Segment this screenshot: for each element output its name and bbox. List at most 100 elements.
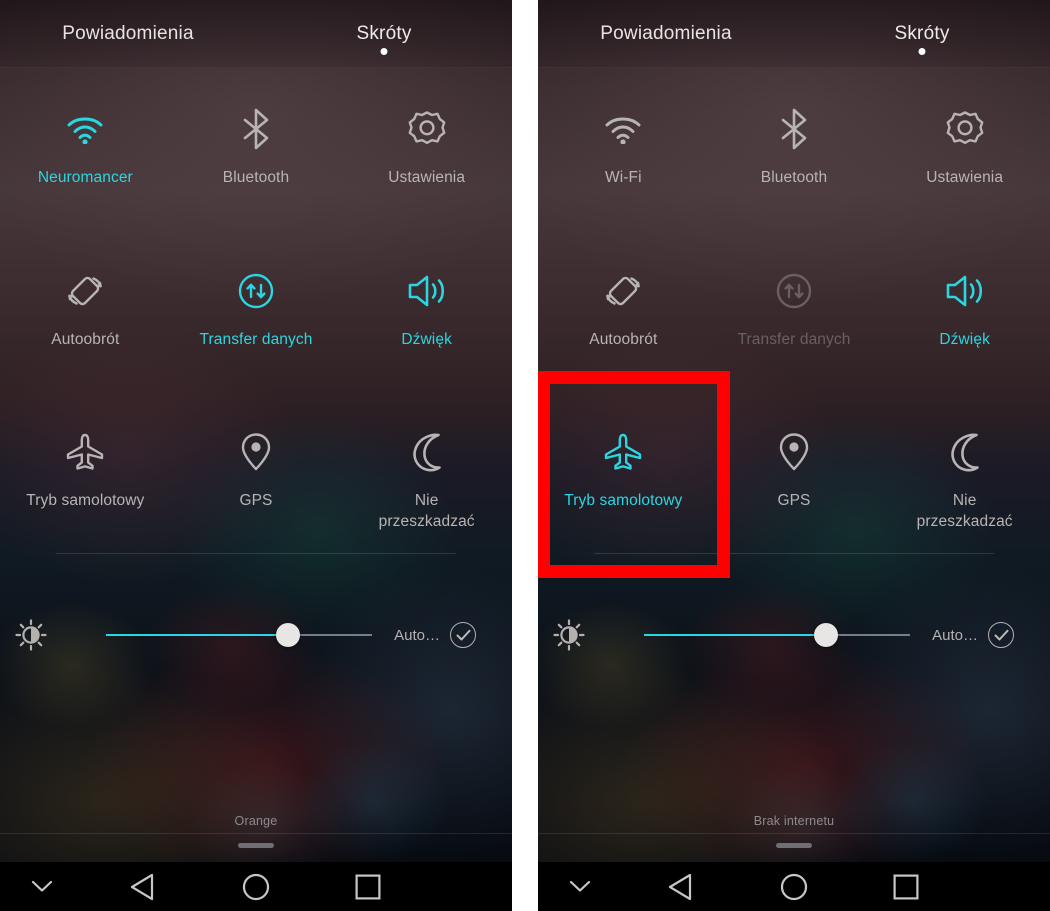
phone-panel-after: Powiadomienia Skróty Wi-Fi Bluetooth Ust… <box>538 0 1050 911</box>
do-not-disturb-moon-icon <box>407 427 447 477</box>
airplane-icon <box>64 427 106 477</box>
tile-wifi-label: Neuromancer <box>37 169 133 186</box>
back-triangle-icon[interactable] <box>84 873 200 901</box>
home-circle-icon[interactable] <box>738 873 850 901</box>
wifi-icon <box>603 104 643 154</box>
brightness-slider[interactable] <box>62 621 384 649</box>
tile-data-transfer-label: Transfer danych <box>199 330 313 348</box>
tile-settings-label: Ustawienia <box>388 169 466 186</box>
tile-gps-label: GPS <box>777 492 811 510</box>
tile-bluetooth[interactable]: Bluetooth <box>709 68 880 230</box>
brightness-row: Auto… <box>0 605 512 665</box>
tile-do-not-disturb-label: Nie przeszkadzać <box>916 492 1013 530</box>
tile-do-not-disturb-label: Nie przeszkadzać <box>378 492 475 530</box>
brightness-slider[interactable] <box>600 621 922 649</box>
panel-separator-gap <box>512 0 538 911</box>
settings-gear-icon <box>406 104 448 154</box>
shade-drag-handle[interactable] <box>238 843 274 848</box>
tile-airplane-mode[interactable]: Tryb samolotowy <box>0 391 171 553</box>
sound-icon <box>405 266 449 316</box>
tile-sound[interactable]: Dźwięk <box>341 230 512 392</box>
tile-settings[interactable]: Ustawienia <box>341 68 512 230</box>
gps-pin-icon <box>777 427 811 477</box>
tab-notifications-label: Powiadomienia <box>600 23 732 44</box>
shade-drag-handle[interactable] <box>776 843 812 848</box>
slider-fill <box>644 634 826 636</box>
tab-notifications[interactable]: Powiadomienia <box>538 24 794 43</box>
section-divider <box>56 553 456 554</box>
slider-fill <box>106 634 288 636</box>
tile-sound[interactable]: Dźwięk <box>879 230 1050 392</box>
recents-square-icon[interactable] <box>312 874 424 900</box>
screenshot-stage: Powiadomienia Skróty Neuromancer Bluetoo… <box>0 0 1050 911</box>
data-transfer-icon <box>773 266 815 316</box>
back-triangle-icon[interactable] <box>622 873 738 901</box>
tile-airplane-mode[interactable]: Tryb samolotowy <box>538 391 709 553</box>
tile-bluetooth[interactable]: Bluetooth <box>171 68 342 230</box>
wifi-icon <box>65 104 105 154</box>
tile-settings[interactable]: Ustawienia <box>879 68 1050 230</box>
tile-do-not-disturb[interactable]: Nie przeszkadzać <box>879 391 1050 553</box>
bluetooth-icon <box>241 104 271 154</box>
phone-panel-before: Powiadomienia Skróty Neuromancer Bluetoo… <box>0 0 512 911</box>
home-circle-icon[interactable] <box>200 873 312 901</box>
tile-sound-label: Dźwięk <box>939 330 990 348</box>
slider-knob[interactable] <box>276 623 300 647</box>
slider-knob[interactable] <box>814 623 838 647</box>
tile-gps[interactable]: GPS <box>171 391 342 553</box>
auto-rotate-icon <box>64 266 106 316</box>
shade-bottom-hairline <box>0 833 512 834</box>
tile-data-transfer[interactable]: Transfer danych <box>171 230 342 392</box>
tile-do-not-disturb[interactable]: Nie przeszkadzać <box>341 391 512 553</box>
tile-bluetooth-label: Bluetooth <box>222 169 290 186</box>
chevron-down-icon[interactable] <box>538 880 622 893</box>
do-not-disturb-moon-icon <box>945 427 985 477</box>
notification-shade-tabs: Powiadomienia Skróty <box>0 0 512 68</box>
notification-shade-tabs: Powiadomienia Skróty <box>538 0 1050 68</box>
tile-wifi-label: Wi-Fi <box>605 169 642 186</box>
tile-wifi[interactable]: Wi-Fi <box>538 68 709 230</box>
tile-data-transfer[interactable]: Transfer danych <box>709 230 880 392</box>
recents-square-icon[interactable] <box>850 874 962 900</box>
settings-gear-icon <box>944 104 986 154</box>
active-tab-indicator-dot <box>380 48 388 55</box>
auto-brightness-label: Auto… <box>932 626 978 644</box>
sound-icon <box>943 266 987 316</box>
auto-brightness-checkbox[interactable] <box>988 622 1014 648</box>
check-icon <box>456 629 470 640</box>
auto-rotate-icon <box>602 266 644 316</box>
tile-gps[interactable]: GPS <box>709 391 880 553</box>
shade-bottom-hairline <box>538 833 1050 834</box>
tile-auto-rotate-label: Autoobrót <box>589 330 658 348</box>
tab-notifications-label: Powiadomienia <box>62 23 194 44</box>
bluetooth-icon <box>779 104 809 154</box>
tile-data-transfer-label: Transfer danych <box>737 330 851 348</box>
tab-shortcuts-label: Skróty <box>894 23 950 44</box>
navigation-bar <box>538 862 1050 911</box>
tile-auto-rotate-label: Autoobrót <box>51 330 120 348</box>
active-tab-indicator-dot <box>918 48 926 55</box>
auto-brightness-label: Auto… <box>394 626 440 644</box>
tile-sound-label: Dźwięk <box>401 330 452 348</box>
tile-airplane-mode-label: Tryb samolotowy <box>26 492 145 510</box>
tile-auto-rotate[interactable]: Autoobrót <box>538 230 709 392</box>
brightness-row: Auto… <box>538 605 1050 665</box>
check-icon <box>994 629 1008 640</box>
tab-shortcuts[interactable]: Skróty <box>256 23 512 55</box>
auto-brightness-checkbox[interactable] <box>450 622 476 648</box>
tile-auto-rotate[interactable]: Autoobrót <box>0 230 171 392</box>
tile-gps-label: GPS <box>239 492 273 510</box>
airplane-icon <box>602 427 644 477</box>
chevron-down-icon[interactable] <box>0 880 84 893</box>
tab-shortcuts[interactable]: Skróty <box>794 23 1050 55</box>
brightness-sun-icon <box>0 619 62 651</box>
brightness-sun-icon <box>538 619 600 651</box>
tile-bluetooth-label: Bluetooth <box>760 169 828 186</box>
gps-pin-icon <box>239 427 273 477</box>
tab-shortcuts-label: Skróty <box>356 23 412 44</box>
carrier-label: Orange <box>234 814 278 828</box>
tab-notifications[interactable]: Powiadomienia <box>0 24 256 43</box>
tile-settings-label: Ustawienia <box>926 169 1004 186</box>
tile-wifi[interactable]: Neuromancer <box>0 68 171 230</box>
section-divider <box>594 553 994 554</box>
